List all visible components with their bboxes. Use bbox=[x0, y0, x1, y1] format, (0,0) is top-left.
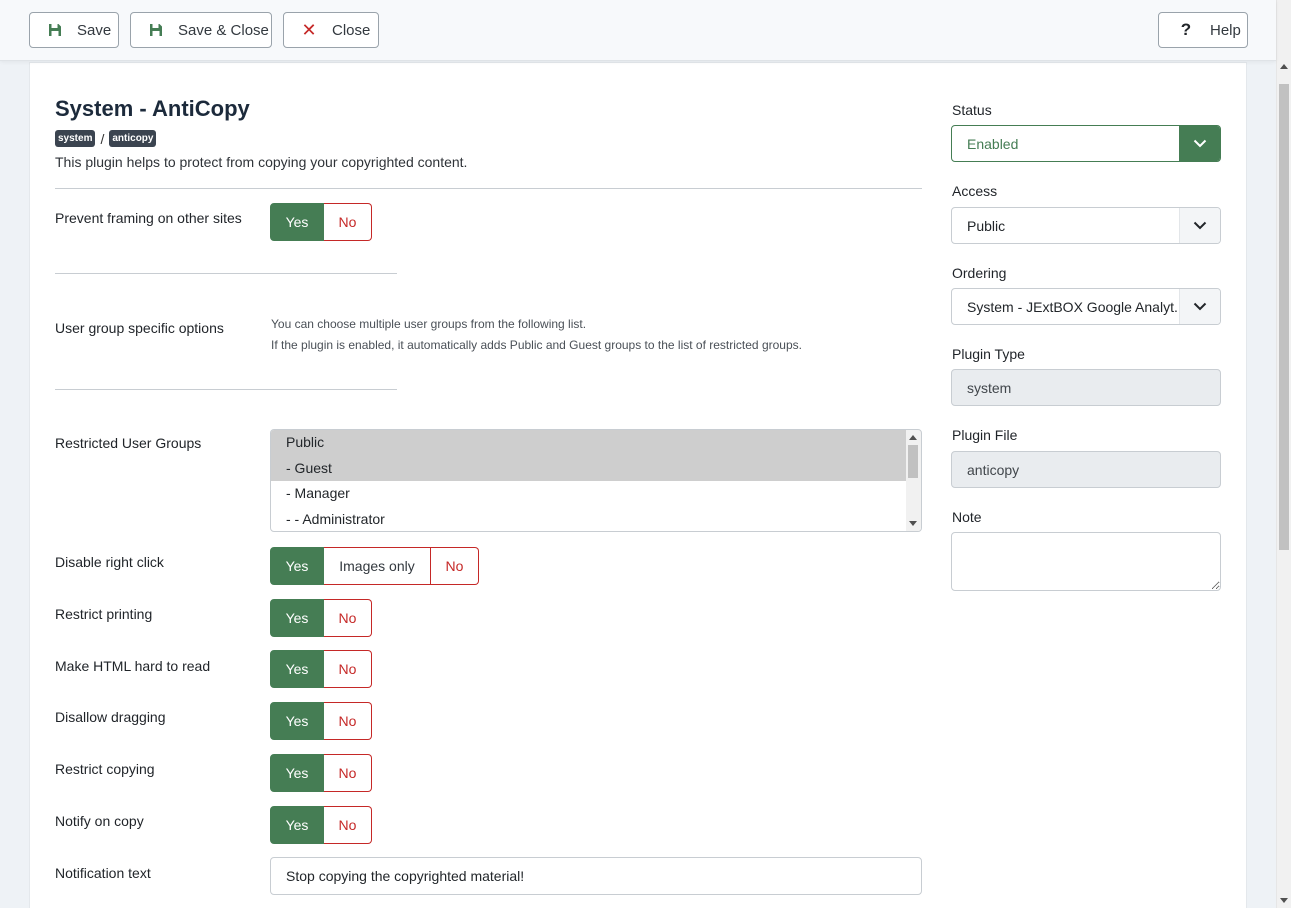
help-line-2: If the plugin is enabled, it automatical… bbox=[271, 338, 802, 352]
floppy-disk-icon bbox=[47, 22, 63, 38]
list-item[interactable]: - Guest bbox=[271, 455, 921, 481]
notification-text-input[interactable] bbox=[270, 857, 922, 895]
listbox-scroll-thumb[interactable] bbox=[908, 445, 918, 478]
plugin-type-field: system bbox=[951, 369, 1221, 406]
restrict-printing-yes[interactable]: Yes bbox=[270, 599, 324, 637]
badge-folder: system bbox=[55, 130, 96, 147]
prevent-framing-label: Prevent framing on other sites bbox=[55, 210, 242, 226]
ordering-label: Ordering bbox=[952, 265, 1007, 281]
notify-on-copy-no[interactable]: No bbox=[324, 806, 372, 844]
plugin-file-field: anticopy bbox=[951, 451, 1221, 488]
restrict-copying-yes[interactable]: Yes bbox=[270, 754, 324, 792]
save-and-close-button-label: Save & Close bbox=[178, 21, 269, 39]
status-label: Status bbox=[952, 102, 992, 118]
note-label: Note bbox=[952, 509, 982, 525]
plugin-description: This plugin helps to protect from copyin… bbox=[55, 154, 468, 170]
status-select[interactable]: Enabled bbox=[951, 125, 1221, 162]
notify-on-copy-label: Notify on copy bbox=[55, 813, 144, 829]
make-html-hard-label: Make HTML hard to read bbox=[55, 658, 211, 674]
chevron-down-icon bbox=[1179, 126, 1220, 161]
page-scroll-thumb[interactable] bbox=[1279, 84, 1289, 550]
access-label: Access bbox=[952, 183, 998, 199]
close-icon: ✕ bbox=[301, 19, 317, 40]
restricted-user-groups-label: Restricted User Groups bbox=[55, 435, 202, 451]
page-scrollbar[interactable] bbox=[1276, 0, 1291, 908]
list-item[interactable]: Public bbox=[271, 430, 921, 456]
prevent-framing-no[interactable]: No bbox=[324, 203, 372, 241]
restrict-copying-no[interactable]: No bbox=[324, 754, 372, 792]
page-title: System - AntiCopy bbox=[55, 96, 250, 121]
disable-right-click-images-only[interactable]: Images only bbox=[324, 547, 431, 585]
scroll-up-arrow-icon[interactable] bbox=[909, 435, 917, 440]
badge-separator: / bbox=[100, 130, 105, 147]
toolbar: Save Save & Close ✕ Close ? Help bbox=[0, 0, 1276, 61]
restrict-copying-toggle: Yes No bbox=[270, 754, 372, 792]
save-button[interactable]: Save bbox=[29, 12, 119, 48]
restrict-printing-label: Restrict printing bbox=[55, 606, 153, 622]
save-button-label: Save bbox=[77, 21, 112, 39]
prevent-framing-yes[interactable]: Yes bbox=[270, 203, 324, 241]
list-item[interactable]: - Manager bbox=[271, 481, 921, 507]
restrict-printing-no[interactable]: No bbox=[324, 599, 372, 637]
user-group-options-label: User group specific options bbox=[55, 320, 224, 336]
list-item[interactable]: - - Administrator bbox=[271, 507, 921, 532]
close-button[interactable]: ✕ Close bbox=[283, 12, 379, 48]
disallow-dragging-label: Disallow dragging bbox=[55, 709, 166, 725]
plugin-type-label: Plugin Type bbox=[952, 346, 1025, 362]
disable-right-click-yes[interactable]: Yes bbox=[270, 547, 324, 585]
badge-element: anticopy bbox=[109, 130, 157, 147]
header-divider bbox=[55, 188, 922, 189]
help-line-1: You can choose multiple user groups from… bbox=[271, 317, 587, 331]
chevron-down-icon bbox=[1179, 208, 1220, 243]
make-html-hard-yes[interactable]: Yes bbox=[270, 650, 324, 688]
disable-right-click-toggle: Yes Images only No bbox=[270, 547, 479, 585]
user-group-options-help: You can choose multiple user groups from… bbox=[271, 314, 802, 356]
prevent-framing-toggle: Yes No bbox=[270, 203, 372, 241]
floppy-disk-icon bbox=[148, 22, 164, 38]
section-divider bbox=[55, 389, 397, 390]
disallow-dragging-yes[interactable]: Yes bbox=[270, 702, 324, 740]
restrict-copying-label: Restrict copying bbox=[55, 761, 155, 777]
notify-on-copy-toggle: Yes No bbox=[270, 806, 372, 844]
scroll-down-arrow-icon[interactable] bbox=[1280, 898, 1288, 903]
status-select-value: Enabled bbox=[967, 135, 1019, 152]
plugin-file-label: Plugin File bbox=[952, 427, 1018, 443]
ordering-select-value: System - JExtBOX Google Analyt. bbox=[967, 298, 1178, 315]
note-textarea[interactable] bbox=[951, 532, 1221, 591]
notify-on-copy-yes[interactable]: Yes bbox=[270, 806, 324, 844]
restrict-printing-toggle: Yes No bbox=[270, 599, 372, 637]
help-button[interactable]: ? Help bbox=[1158, 12, 1248, 48]
close-button-label: Close bbox=[332, 21, 371, 39]
help-button-label: Help bbox=[1210, 21, 1241, 39]
access-select-value: Public bbox=[967, 217, 1006, 234]
make-html-hard-toggle: Yes No bbox=[270, 650, 372, 688]
disallow-dragging-toggle: Yes No bbox=[270, 702, 372, 740]
restricted-user-groups-select[interactable]: Public - Guest - Manager - - Administrat… bbox=[270, 429, 922, 532]
disable-right-click-label: Disable right click bbox=[55, 554, 164, 570]
scroll-down-arrow-icon[interactable] bbox=[909, 521, 917, 526]
disallow-dragging-no[interactable]: No bbox=[324, 702, 372, 740]
ordering-select[interactable]: System - JExtBOX Google Analyt. bbox=[951, 288, 1221, 325]
listbox-scrollbar[interactable] bbox=[906, 430, 921, 531]
notification-text-label: Notification text bbox=[55, 865, 151, 881]
make-html-hard-no[interactable]: No bbox=[324, 650, 372, 688]
question-mark-icon: ? bbox=[1180, 20, 1192, 39]
chevron-down-icon bbox=[1179, 289, 1220, 324]
scroll-up-arrow-icon[interactable] bbox=[1280, 64, 1288, 69]
section-divider bbox=[55, 273, 397, 274]
plugin-badges: system / anticopy bbox=[55, 130, 157, 147]
disable-right-click-no[interactable]: No bbox=[431, 547, 479, 585]
access-select[interactable]: Public bbox=[951, 207, 1221, 244]
save-and-close-button[interactable]: Save & Close bbox=[130, 12, 272, 48]
